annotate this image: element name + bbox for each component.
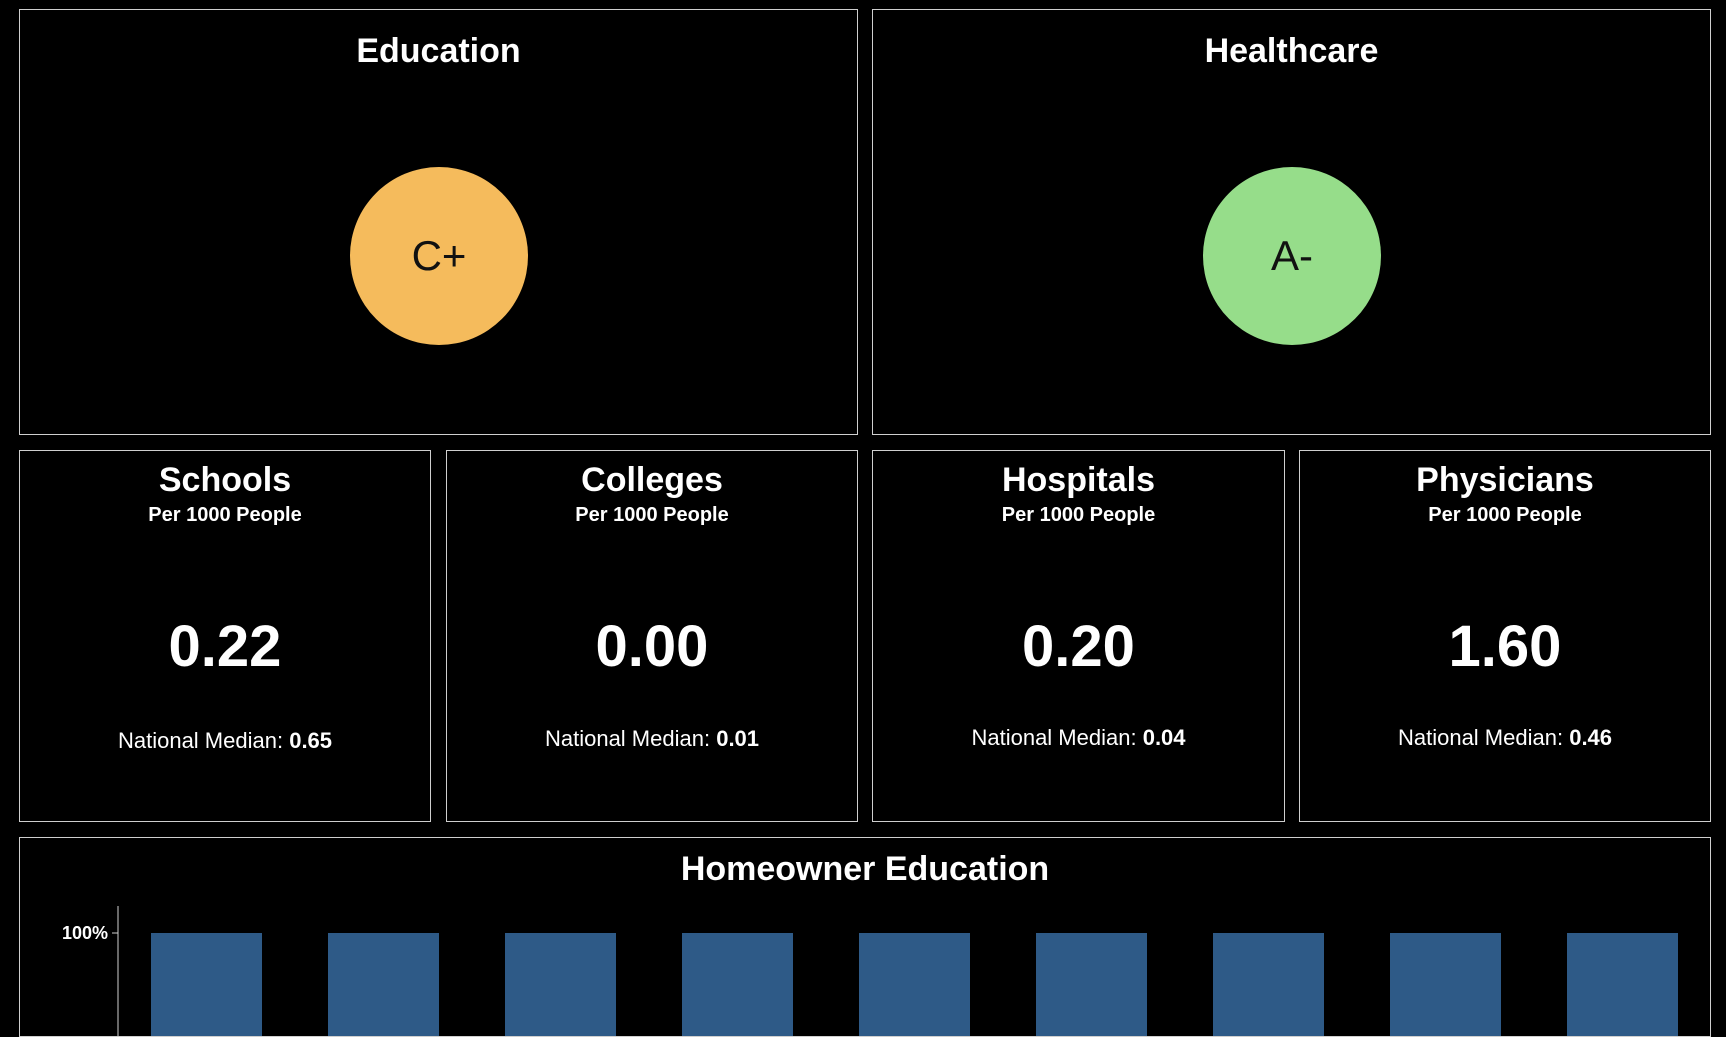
education-grade-panel: Education C+ [19, 9, 858, 435]
metric-subtitle: Per 1000 People [148, 504, 302, 526]
physicians-metric-panel: Physicians Per 1000 People 1.60 National… [1299, 450, 1711, 822]
chart-bar [1213, 933, 1324, 1036]
chart-bar [505, 933, 616, 1036]
colleges-metric-panel: Colleges Per 1000 People 0.00 National M… [446, 450, 858, 822]
metric-title: Colleges [581, 461, 723, 499]
metric-title: Physicians [1416, 461, 1594, 499]
education-title: Education [356, 32, 521, 70]
chart-bar [1036, 933, 1147, 1036]
healthcare-grade-label: A- [1271, 232, 1313, 279]
chart-bar [328, 933, 439, 1036]
metric-value: 0.20 [1022, 614, 1135, 679]
median-label: National Median: [544, 726, 711, 751]
median-value: 0.04 [1142, 725, 1186, 750]
education-grade-label: C+ [411, 232, 467, 279]
median-value: 0.65 [289, 728, 333, 753]
chart-bar [151, 933, 262, 1036]
homeowner-education-panel: Homeowner Education 100% [19, 837, 1711, 1037]
metric-value: 1.60 [1448, 614, 1562, 679]
metric-value: 0.22 [168, 614, 282, 679]
metric-national-median: National Median: 0.46 [1300, 725, 1710, 751]
metric-national-median: National Median: 0.65 [20, 728, 430, 754]
median-label: National Median: [971, 725, 1137, 750]
chart-bar [682, 933, 793, 1036]
metric-national-median: National Median: 0.04 [873, 725, 1284, 751]
hospitals-metric-panel: Hospitals Per 1000 People 0.20 National … [872, 450, 1285, 822]
chart-bar [859, 933, 970, 1036]
metric-title: Hospitals [1001, 461, 1156, 499]
median-label: National Median: [1397, 725, 1564, 750]
metric-subtitle: Per 1000 People [1001, 504, 1156, 526]
median-label: National Median: [117, 728, 284, 753]
chart-bar [1567, 933, 1678, 1036]
healthcare-grade-panel: Healthcare A- [872, 9, 1711, 435]
healthcare-grade-circle: A- [1203, 167, 1381, 345]
metric-value: 0.00 [595, 614, 709, 679]
metric-subtitle: Per 1000 People [1428, 504, 1582, 526]
median-value: 0.46 [1569, 725, 1613, 750]
schools-metric-panel: Schools Per 1000 People 0.22 National Me… [19, 450, 431, 822]
chart-bar [1390, 933, 1501, 1036]
metric-national-median: National Median: 0.01 [447, 726, 857, 752]
healthcare-title: Healthcare [1204, 32, 1379, 70]
homeowner-education-chart: 100% [62, 906, 1678, 1036]
median-value: 0.01 [716, 726, 760, 751]
metric-title: Schools [158, 461, 292, 499]
metric-subtitle: Per 1000 People [575, 504, 729, 526]
y-tick-label: 100% [62, 923, 108, 943]
education-grade-circle: C+ [350, 167, 528, 345]
